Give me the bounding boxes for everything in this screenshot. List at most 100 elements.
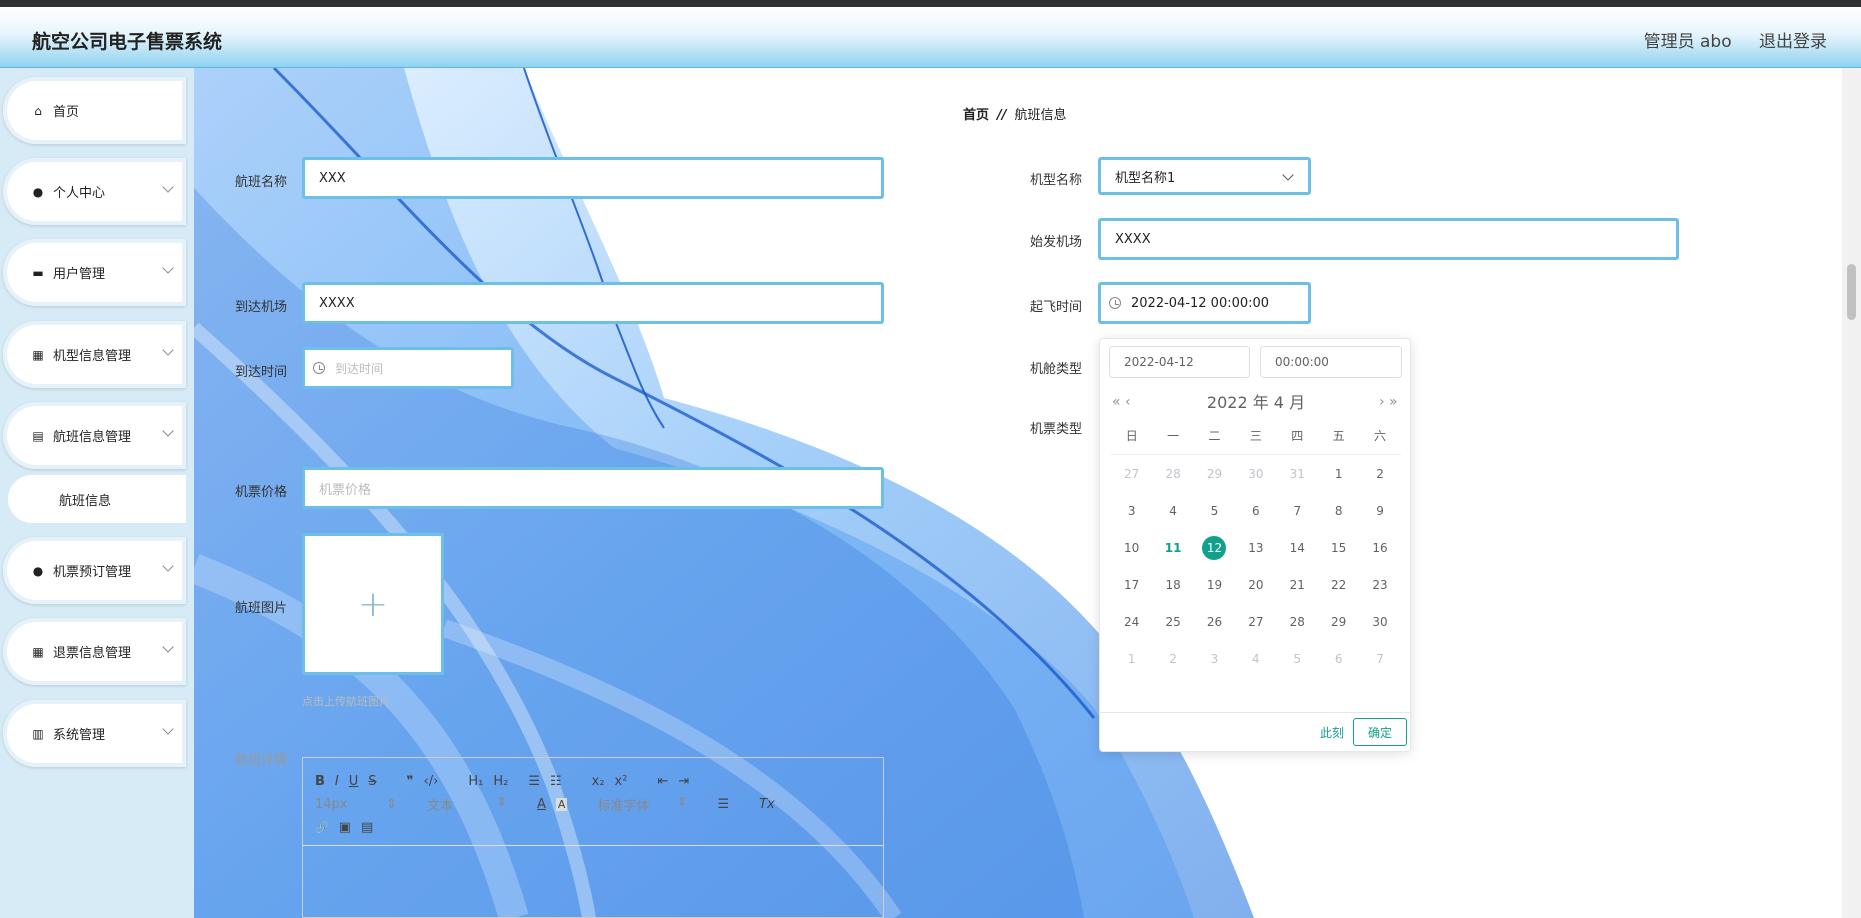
quote-icon[interactable]: ❞ [407, 774, 414, 789]
flight-name-input[interactable]: XXX [302, 157, 884, 199]
h1-icon[interactable]: H₁ [468, 774, 483, 789]
sidebar-item-system[interactable]: ▥ 系统管理 [3, 700, 186, 767]
logout-link[interactable]: 退出登录 [1759, 32, 1827, 52]
h2-icon[interactable]: H₂ [493, 774, 508, 789]
clear-format-icon[interactable]: Tx [759, 797, 775, 812]
date-cell[interactable]: 31 [1277, 467, 1318, 481]
date-cell[interactable]: 25 [1152, 615, 1193, 629]
strike-icon[interactable]: S [368, 774, 376, 789]
date-cell[interactable]: 1 [1111, 652, 1152, 666]
date-cell[interactable]: 17 [1111, 578, 1152, 592]
date-cell[interactable]: 6 [1235, 504, 1276, 518]
link-icon[interactable]: 🔗 [315, 821, 329, 834]
model-name-select[interactable]: 机型名称1 [1098, 157, 1311, 195]
date-cell[interactable]: 13 [1235, 541, 1276, 555]
picker-date-input[interactable]: 2022-04-12 [1109, 346, 1250, 378]
sidebar-item-flights[interactable]: ▤ 航班信息管理 [3, 402, 186, 469]
price-input[interactable]: 机票价格 [302, 467, 884, 509]
arrive-airport-input[interactable]: XXXX [302, 282, 884, 324]
ordered-list-icon[interactable]: ☰ [528, 774, 540, 789]
video-icon[interactable]: ▤ [361, 820, 373, 835]
image-upload-button[interactable]: + [302, 533, 444, 675]
underline-icon[interactable]: U [349, 774, 359, 789]
align-icon[interactable]: ☰ [717, 797, 729, 812]
date-cell[interactable]: 1 [1318, 467, 1359, 481]
outdent-icon[interactable]: ⇤ [657, 774, 668, 789]
date-cell[interactable]: 29 [1318, 615, 1359, 629]
date-cell[interactable]: 29 [1194, 467, 1235, 481]
picker-month-header[interactable]: 2022 年 4 月 [1100, 389, 1412, 413]
date-cell[interactable]: 2 [1152, 652, 1193, 666]
next-month-year-icon[interactable]: › » [1379, 394, 1398, 410]
date-cell[interactable]: 4 [1152, 504, 1193, 518]
date-cell[interactable]: 8 [1318, 504, 1359, 518]
date-cell[interactable]: 5 [1194, 504, 1235, 518]
date-cell[interactable]: 21 [1277, 578, 1318, 592]
date-picker-popup: 2022-04-12 00:00:00 « ‹ 2022 年 4 月 › » 日… [1099, 338, 1412, 752]
bullet-list-icon[interactable]: ☷ [550, 774, 562, 789]
depart-time-input[interactable]: 2022-04-12 00:00:00 [1098, 282, 1311, 324]
code-icon[interactable]: ‹/› [424, 774, 439, 789]
bold-icon[interactable]: B [315, 774, 325, 789]
date-cell[interactable]: 3 [1194, 652, 1235, 666]
background-color-icon[interactable]: A [555, 798, 568, 811]
date-cell[interactable]: 27 [1111, 467, 1152, 481]
font-family-select[interactable]: 标准字体 ⇕ [597, 795, 687, 814]
text-style-select[interactable]: 文本 ⇕ [427, 795, 507, 814]
date-cell[interactable]: 20 [1235, 578, 1276, 592]
depart-airport-input[interactable]: XXXX [1098, 218, 1679, 260]
date-cell[interactable]: 24 [1111, 615, 1152, 629]
picker-time-input[interactable]: 00:00:00 [1260, 346, 1402, 378]
date-cell[interactable]: 28 [1277, 615, 1318, 629]
date-cell[interactable]: 4 [1235, 652, 1276, 666]
date-cell[interactable]: 26 [1194, 615, 1235, 629]
date-cell[interactable]: 6 [1318, 652, 1359, 666]
date-cell[interactable]: 3 [1111, 504, 1152, 518]
date-cell[interactable]: 11 [1152, 541, 1193, 555]
date-cell[interactable]: 30 [1359, 615, 1400, 629]
breadcrumb-home[interactable]: 首页 [963, 108, 989, 123]
date-cell[interactable]: 23 [1359, 578, 1400, 592]
date-cell[interactable]: 7 [1277, 504, 1318, 518]
admin-user-label[interactable]: 管理员 abo [1644, 32, 1732, 52]
date-cell[interactable]: 19 [1194, 578, 1235, 592]
model-name-value: 机型名称1 [1115, 170, 1176, 186]
sidebar-item-users[interactable]: ▬ 用户管理 [3, 239, 186, 306]
indent-icon[interactable]: ⇥ [678, 774, 689, 789]
date-cell-label: 7 [1376, 651, 1384, 666]
superscript-icon[interactable]: x² [615, 774, 628, 789]
date-cell[interactable]: 5 [1277, 652, 1318, 666]
italic-icon[interactable]: I [335, 774, 339, 789]
date-cell[interactable]: 14 [1277, 541, 1318, 555]
scrollbar-thumb[interactable] [1847, 264, 1856, 320]
date-cell-label: 7 [1293, 503, 1302, 518]
date-cell[interactable]: 18 [1152, 578, 1193, 592]
chevron-down-icon [162, 344, 174, 356]
date-cell[interactable]: 30 [1235, 467, 1276, 481]
date-cell[interactable]: 28 [1152, 467, 1193, 481]
sidebar-subitem-flight-info[interactable]: 航班信息 [8, 475, 186, 523]
sidebar-item-refunds[interactable]: ▦ 退票信息管理 [3, 618, 186, 685]
date-cell[interactable]: 15 [1318, 541, 1359, 555]
confirm-button[interactable]: 确定 [1353, 718, 1407, 746]
font-color-icon[interactable]: A [537, 797, 546, 812]
sidebar-item-bookings[interactable]: ● 机票预订管理 [3, 537, 186, 604]
sidebar-item-profile[interactable]: ● 个人中心 [3, 158, 186, 225]
date-cell-label: 3 [1127, 503, 1136, 518]
date-cell[interactable]: 16 [1359, 541, 1400, 555]
sidebar-item-models[interactable]: ▦ 机型信息管理 [3, 321, 186, 388]
arrive-time-input[interactable]: 到达时间 [302, 347, 514, 389]
date-cell[interactable]: 2 [1359, 467, 1400, 481]
date-cell[interactable]: 27 [1235, 615, 1276, 629]
date-cell[interactable]: 10 [1111, 541, 1152, 555]
image-icon[interactable]: ▣ [339, 820, 351, 835]
date-cell[interactable]: 7 [1359, 652, 1400, 666]
subscript-icon[interactable]: x₂ [592, 774, 605, 789]
date-cell[interactable]: 22 [1318, 578, 1359, 592]
sidebar-item-home[interactable]: ⌂ 首页 [3, 77, 186, 144]
page-scrollbar[interactable] [1842, 68, 1861, 918]
date-cell[interactable]: 12 [1194, 535, 1235, 560]
font-size-select[interactable]: 14px ⇕ [315, 797, 397, 812]
now-button[interactable]: 此刻 [1320, 724, 1344, 741]
date-cell[interactable]: 9 [1359, 504, 1400, 518]
